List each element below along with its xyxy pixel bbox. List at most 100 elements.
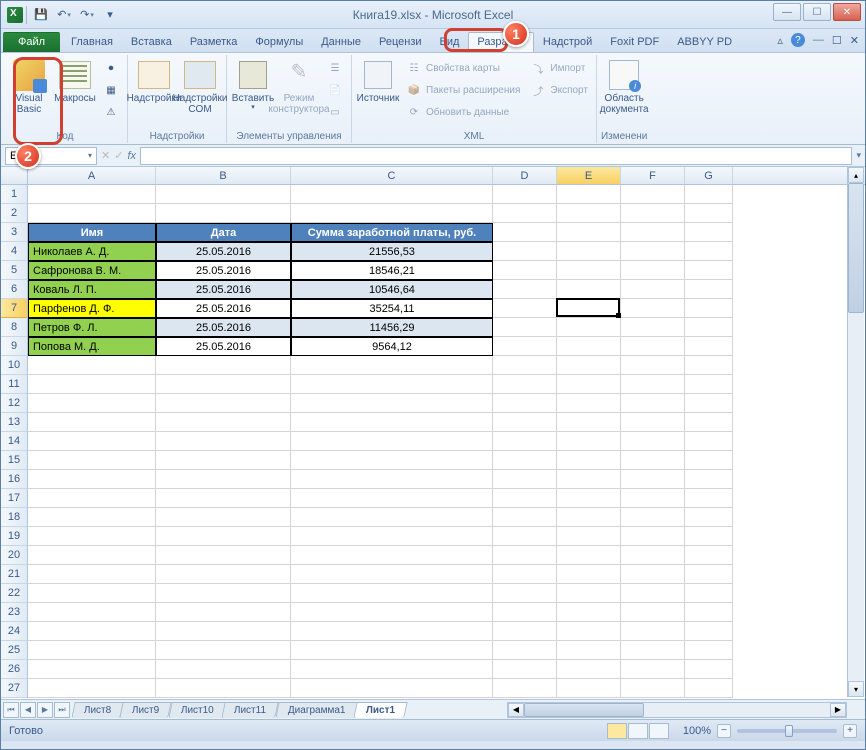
cell-B8[interactable]: 25.05.2016 (156, 318, 291, 337)
row-header-8[interactable]: 8 (1, 318, 28, 337)
cell-G26[interactable] (685, 660, 733, 679)
cell-C3[interactable]: Сумма заработной платы, руб. (291, 223, 493, 242)
cell-F24[interactable] (621, 622, 685, 641)
cell-A17[interactable] (28, 489, 156, 508)
workbook-restore[interactable]: ☐ (832, 34, 842, 47)
cell-G10[interactable] (685, 356, 733, 375)
cell-A9[interactable]: Попова М. Д. (28, 337, 156, 356)
cell-D23[interactable] (493, 603, 557, 622)
cell-E10[interactable] (557, 356, 621, 375)
row-header-13[interactable]: 13 (1, 413, 28, 432)
cell-D27[interactable] (493, 679, 557, 698)
cell-G9[interactable] (685, 337, 733, 356)
cell-F15[interactable] (621, 451, 685, 470)
cell-E16[interactable] (557, 470, 621, 489)
cell-F3[interactable] (621, 223, 685, 242)
cell-D13[interactable] (493, 413, 557, 432)
cell-A25[interactable] (28, 641, 156, 660)
cell-F20[interactable] (621, 546, 685, 565)
tab-данные[interactable]: Данные (312, 32, 370, 52)
cell-C25[interactable] (291, 641, 493, 660)
cell-A19[interactable] (28, 527, 156, 546)
cell-G12[interactable] (685, 394, 733, 413)
properties-button[interactable]: ☰ (323, 57, 347, 79)
cell-A12[interactable] (28, 394, 156, 413)
cell-G24[interactable] (685, 622, 733, 641)
row-header-14[interactable]: 14 (1, 432, 28, 451)
cell-A13[interactable] (28, 413, 156, 432)
cell-E2[interactable] (557, 204, 621, 223)
cell-D20[interactable] (493, 546, 557, 565)
row-header-21[interactable]: 21 (1, 565, 28, 584)
cell-B5[interactable]: 25.05.2016 (156, 261, 291, 280)
cell-E19[interactable] (557, 527, 621, 546)
cell-B12[interactable] (156, 394, 291, 413)
cell-D24[interactable] (493, 622, 557, 641)
qat-undo[interactable]: ↶ (53, 4, 75, 26)
col-header-B[interactable]: B (156, 167, 291, 184)
col-header-A[interactable]: A (28, 167, 156, 184)
cell-B2[interactable] (156, 204, 291, 223)
cell-D2[interactable] (493, 204, 557, 223)
cell-C2[interactable] (291, 204, 493, 223)
cell-F27[interactable] (621, 679, 685, 698)
cell-C7[interactable]: 35254,11 (291, 299, 493, 318)
cell-A7[interactable]: Парфенов Д. Ф. (28, 299, 156, 318)
cell-F8[interactable] (621, 318, 685, 337)
view-page-layout[interactable] (628, 723, 648, 739)
sheet-tab-Диаграмма1[interactable]: Диаграмма1 (275, 702, 358, 718)
cell-C13[interactable] (291, 413, 493, 432)
document-panel-button[interactable]: Область документа (602, 57, 646, 123)
row-header-1[interactable]: 1 (1, 185, 28, 204)
addins-button[interactable]: Надстройки (132, 57, 176, 123)
row-header-27[interactable]: 27 (1, 679, 28, 698)
workbook-minimize[interactable]: — (813, 34, 824, 46)
cell-E11[interactable] (557, 375, 621, 394)
cell-C18[interactable] (291, 508, 493, 527)
cell-F14[interactable] (621, 432, 685, 451)
cell-C6[interactable]: 10546,64 (291, 280, 493, 299)
cell-E14[interactable] (557, 432, 621, 451)
row-header-26[interactable]: 26 (1, 660, 28, 679)
cell-E27[interactable] (557, 679, 621, 698)
cell-A2[interactable] (28, 204, 156, 223)
col-header-F[interactable]: F (621, 167, 685, 184)
design-mode-button[interactable]: Режим конструктора (277, 57, 321, 123)
cell-C26[interactable] (291, 660, 493, 679)
cell-G22[interactable] (685, 584, 733, 603)
cell-E20[interactable] (557, 546, 621, 565)
cell-B6[interactable]: 25.05.2016 (156, 280, 291, 299)
cell-A23[interactable] (28, 603, 156, 622)
visual-basic-button[interactable]: Visual Basic (7, 57, 51, 123)
row-header-22[interactable]: 22 (1, 584, 28, 603)
cell-E25[interactable] (557, 641, 621, 660)
select-all-corner[interactable] (1, 167, 28, 184)
row-header-15[interactable]: 15 (1, 451, 28, 470)
row-header-2[interactable]: 2 (1, 204, 28, 223)
qat-redo[interactable]: ↷ (76, 4, 98, 26)
cell-E12[interactable] (557, 394, 621, 413)
cell-G18[interactable] (685, 508, 733, 527)
tab-foxit pdf[interactable]: Foxit PDF (601, 32, 668, 52)
cell-G15[interactable] (685, 451, 733, 470)
qat-customize[interactable]: ▾ (99, 4, 121, 26)
zoom-out[interactable]: − (717, 724, 731, 738)
cell-C14[interactable] (291, 432, 493, 451)
cell-D9[interactable] (493, 337, 557, 356)
cell-B16[interactable] (156, 470, 291, 489)
cell-G14[interactable] (685, 432, 733, 451)
cell-D10[interactable] (493, 356, 557, 375)
cell-F26[interactable] (621, 660, 685, 679)
cell-F16[interactable] (621, 470, 685, 489)
col-header-D[interactable]: D (493, 167, 557, 184)
horizontal-scrollbar[interactable]: ◀▶ (507, 702, 847, 718)
cell-A20[interactable] (28, 546, 156, 565)
col-header-C[interactable]: C (291, 167, 493, 184)
cell-D15[interactable] (493, 451, 557, 470)
cell-E13[interactable] (557, 413, 621, 432)
cell-D7[interactable] (493, 299, 557, 318)
xml-source-button[interactable]: Источник (356, 57, 400, 123)
sheet-tab-Лист1[interactable]: Лист1 (353, 702, 408, 718)
cell-D21[interactable] (493, 565, 557, 584)
sheet-nav-next[interactable]: ▶ (37, 702, 53, 718)
